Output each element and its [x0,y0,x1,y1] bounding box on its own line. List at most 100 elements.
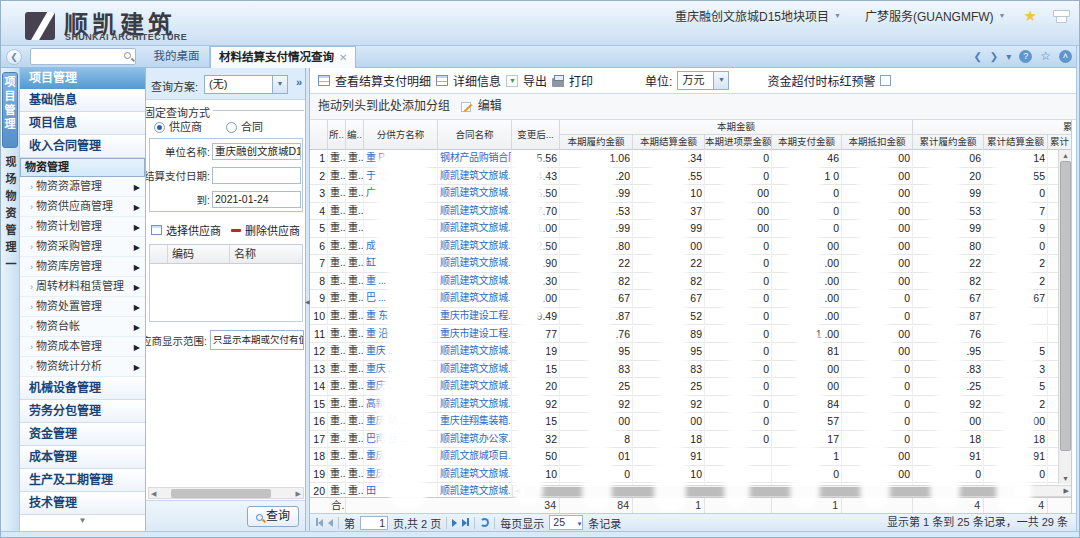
unit-select[interactable]: 万元▼ [677,71,729,90]
next-page-icon[interactable] [452,517,457,529]
contract-link[interactable]: 顺凯建筑文旅城... [438,361,512,379]
menu-item-12[interactable]: ›物资成本管理▶ [20,337,145,357]
contract-link[interactable]: 顺凯建筑文旅城... [438,396,512,414]
contract-link[interactable]: 顺凯建筑文旅城... [438,238,512,256]
col-supplier-header[interactable]: 分供方名称 [364,120,438,150]
contract-link[interactable]: 顺凯建筑文旅城... [438,343,512,361]
menu-item-6[interactable]: ›物资计划管理▶ [20,217,145,237]
menu-item-5[interactable]: ›物资供应商管理▶ [20,197,145,217]
menu-item-2[interactable]: 收入合同管理 [20,135,145,158]
contract-link[interactable]: 顺凯建筑文旅城... [438,220,512,238]
module-site-material[interactable]: 现场物资管理一 [2,156,18,275]
select-supplier-button[interactable]: 选择供应商 [166,222,221,238]
user-caret-icon[interactable]: ▼ [999,12,1006,19]
col-rownum-header[interactable] [310,120,328,150]
project-caret-icon[interactable]: ▼ [834,12,841,19]
user-menu[interactable]: 广梦服务(GUANGMFW) [865,7,994,24]
contract-link[interactable]: 顺凯建筑文旅城... [438,255,512,273]
contract-link[interactable]: 重庆佳翔集装箱... [438,413,512,431]
menu-item-8[interactable]: ›物资库房管理▶ [20,257,145,277]
tab-scroll-left-icon[interactable]: ❮ [973,51,981,62]
remove-supplier-button[interactable]: 删除供应商 [245,222,300,238]
group-total-header[interactable]: 累计金额 [913,120,1072,135]
first-page-icon[interactable] [316,517,323,529]
menu-item-9[interactable]: ›周转材料租赁管理▶ [20,277,145,297]
refresh-icon[interactable] [480,518,489,527]
contract-link[interactable]: 顺凯建筑文旅城... [438,273,512,291]
project-selector[interactable]: 重庆融创文旅城D15地块项目 [675,7,829,24]
module-project-mgmt[interactable]: 项目管理 [2,72,18,148]
per-page-select[interactable]: 25 [549,515,583,530]
favorite-star-icon[interactable]: ★ [1024,10,1037,22]
menu-item-14[interactable]: 机械设备管理 [20,377,145,400]
contract-link[interactable]: 顺凯建筑文旅城... [438,378,512,396]
tab-my-desktop[interactable]: 我的桌面 [144,46,210,68]
menu-item-18[interactable]: 生产及工期管理 [20,469,145,492]
menu-item-15[interactable]: 劳务分包管理 [20,400,145,423]
settle-date-input[interactable] [212,167,301,184]
menu-item-16[interactable]: 资金管理 [20,423,145,446]
contract-link[interactable]: 顺凯建筑文旅城... [438,290,512,308]
expand-button[interactable]: » [292,76,306,94]
print-button[interactable]: 打印 [569,72,593,89]
page-input[interactable]: 1 [360,516,388,530]
col-total-2-header[interactable]: 累计 [1048,135,1072,150]
supplier-grid-check-col[interactable] [150,245,168,263]
contract-link[interactable]: 顺凯建筑文旅城... [438,168,512,186]
contract-link[interactable]: 顺凯建筑办公家... [438,431,512,449]
tab-material-settlement[interactable]: 材料结算支付情况查询✕ [210,46,356,68]
col-total-1-header[interactable]: 累计结算金额 [984,135,1048,150]
menu-item-11[interactable]: ›物资台帐▶ [20,317,145,337]
col-current-2-header[interactable]: 本期进项票金额 [705,135,772,150]
contract-link[interactable]: 重庆市建设工程... [438,308,512,326]
col-org-header[interactable]: 所.. [328,120,346,150]
last-page-icon[interactable] [462,517,469,529]
contract-link[interactable]: 顺凯建筑文旅城... [438,185,512,203]
tab-scroll-right-icon[interactable]: ❯ [990,51,998,62]
edit-button[interactable]: 编辑 [478,99,502,113]
date-to-input[interactable]: 2021-01-24 [212,191,301,208]
menu-search-input[interactable] [30,48,136,65]
col-contract-header[interactable]: 合同名称 [438,120,512,150]
col-current-0-header[interactable]: 本期履约金额 [560,135,633,150]
radio-contract[interactable]: 合同 [226,118,263,134]
col-current-1-header[interactable]: 本期结算金额 [633,135,705,150]
col-change-header[interactable]: 变更后... [512,120,560,150]
help-icon[interactable]: ? [1019,50,1032,63]
menu-item-4[interactable]: ›物资资源管理▶ [20,177,145,197]
menu-item-19[interactable]: 技术管理 [20,492,145,515]
menu-item-17[interactable]: 成本管理 [20,446,145,469]
search-button[interactable]: 查询 [247,506,299,527]
menu-item-0[interactable]: 基础信息 [20,89,145,112]
radio-supplier[interactable]: 供应商 [154,118,202,134]
col-current-4-header[interactable]: 本期抵扣金额 [842,135,913,150]
favorite-tab-icon[interactable]: ☆ [1040,49,1051,63]
scheme-select[interactable]: (无)▼ [204,75,288,94]
menu-item-10[interactable]: ›物资处置管理▶ [20,297,145,317]
contract-link[interactable]: 顺凯建筑文旅城... [438,203,512,221]
back-button[interactable]: ❮ [6,49,22,65]
overpay-warn-checkbox[interactable] [880,75,891,86]
menu-header[interactable]: 项目管理 [20,68,145,89]
grid-vscrollbar[interactable]: ▲ ▼ [1058,150,1072,484]
query-hscrollbar[interactable]: ◀ ▶ [148,487,304,499]
col-total-0-header[interactable]: 累计履约金额 [913,135,984,150]
supplier-grid-code-header[interactable]: 编码 [168,245,230,263]
unit-name-input[interactable]: 重庆融创文旅城D15地块 [212,143,301,160]
prev-page-icon[interactable] [328,517,333,529]
range-select[interactable]: 只显示本期或欠付有值 [210,330,304,350]
group-drop-bar[interactable]: 拖动列头到此处添加分组 编辑 [310,94,1076,120]
tab-close-icon[interactable]: ✕ [339,52,347,63]
menu-item-7[interactable]: ›物资采购管理▶ [20,237,145,257]
tab-list-icon[interactable]: ▾ [1006,51,1011,62]
contract-link[interactable]: 顺凯建筑文旅城... [438,466,512,484]
contract-link[interactable]: 钢材产品购销合同 [438,150,512,168]
menu-item-3[interactable]: 物资管理 [20,158,145,177]
menu-item-13[interactable]: ›物资统计分析▶ [20,357,145,377]
theme-shirt-icon[interactable] [1053,9,1068,22]
supplier-grid-name-header[interactable]: 名称 [230,245,302,263]
col-code-header[interactable]: 编.. [346,120,364,150]
contract-link[interactable]: 顺凯文旅城项目... [438,448,512,466]
collapse-icon[interactable]: ˄ [1059,50,1072,63]
col-current-3-header[interactable]: 本期支付金额 [772,135,842,150]
